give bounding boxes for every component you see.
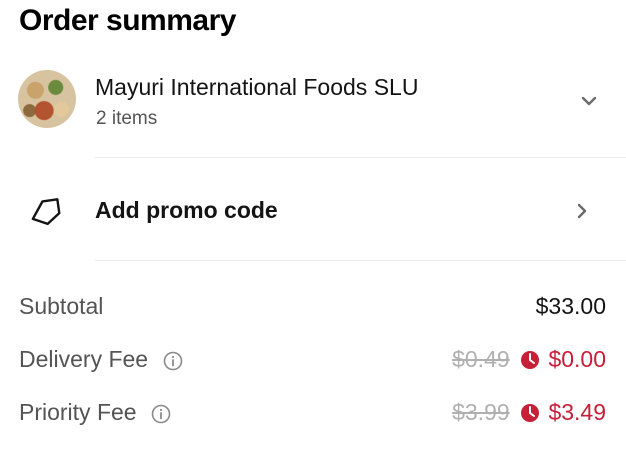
- priority-fee-row-label: Priority Fee: [19, 399, 171, 426]
- page-title: Order summary: [19, 4, 236, 37]
- subtotal-value: $33.00: [535, 293, 606, 319]
- priority-fee-label: Priority Fee: [19, 399, 137, 425]
- chevron-down-icon[interactable]: [580, 92, 598, 110]
- store-items-count: 2 items: [96, 108, 158, 129]
- divider: [95, 260, 626, 261]
- priority-fee-value: $3.49: [548, 399, 606, 425]
- promo-badge-icon: [521, 404, 540, 422]
- store-name: Mayuri International Foods SLU: [95, 74, 419, 100]
- chevron-right-icon[interactable]: [575, 202, 589, 220]
- priority-fee-original: $3.99: [452, 399, 510, 425]
- delivery-fee-original: $0.49: [452, 346, 510, 372]
- delivery-fee-value: $0.00: [548, 346, 606, 372]
- store-avatar: [18, 70, 76, 128]
- priority-fee-values: $3.99 $3.49: [452, 399, 606, 426]
- promo-badge-icon: [521, 351, 540, 369]
- info-icon[interactable]: [163, 351, 183, 371]
- delivery-fee-row-label: Delivery Fee: [19, 346, 183, 373]
- subtotal-label: Subtotal: [19, 293, 104, 319]
- add-promo-code-label: Add promo code: [95, 197, 278, 223]
- divider: [95, 157, 626, 158]
- delivery-fee-label: Delivery Fee: [19, 346, 149, 372]
- delivery-fee-values: $0.49 $0.00: [452, 346, 606, 373]
- tag-icon: [31, 198, 61, 226]
- info-icon[interactable]: [151, 404, 171, 424]
